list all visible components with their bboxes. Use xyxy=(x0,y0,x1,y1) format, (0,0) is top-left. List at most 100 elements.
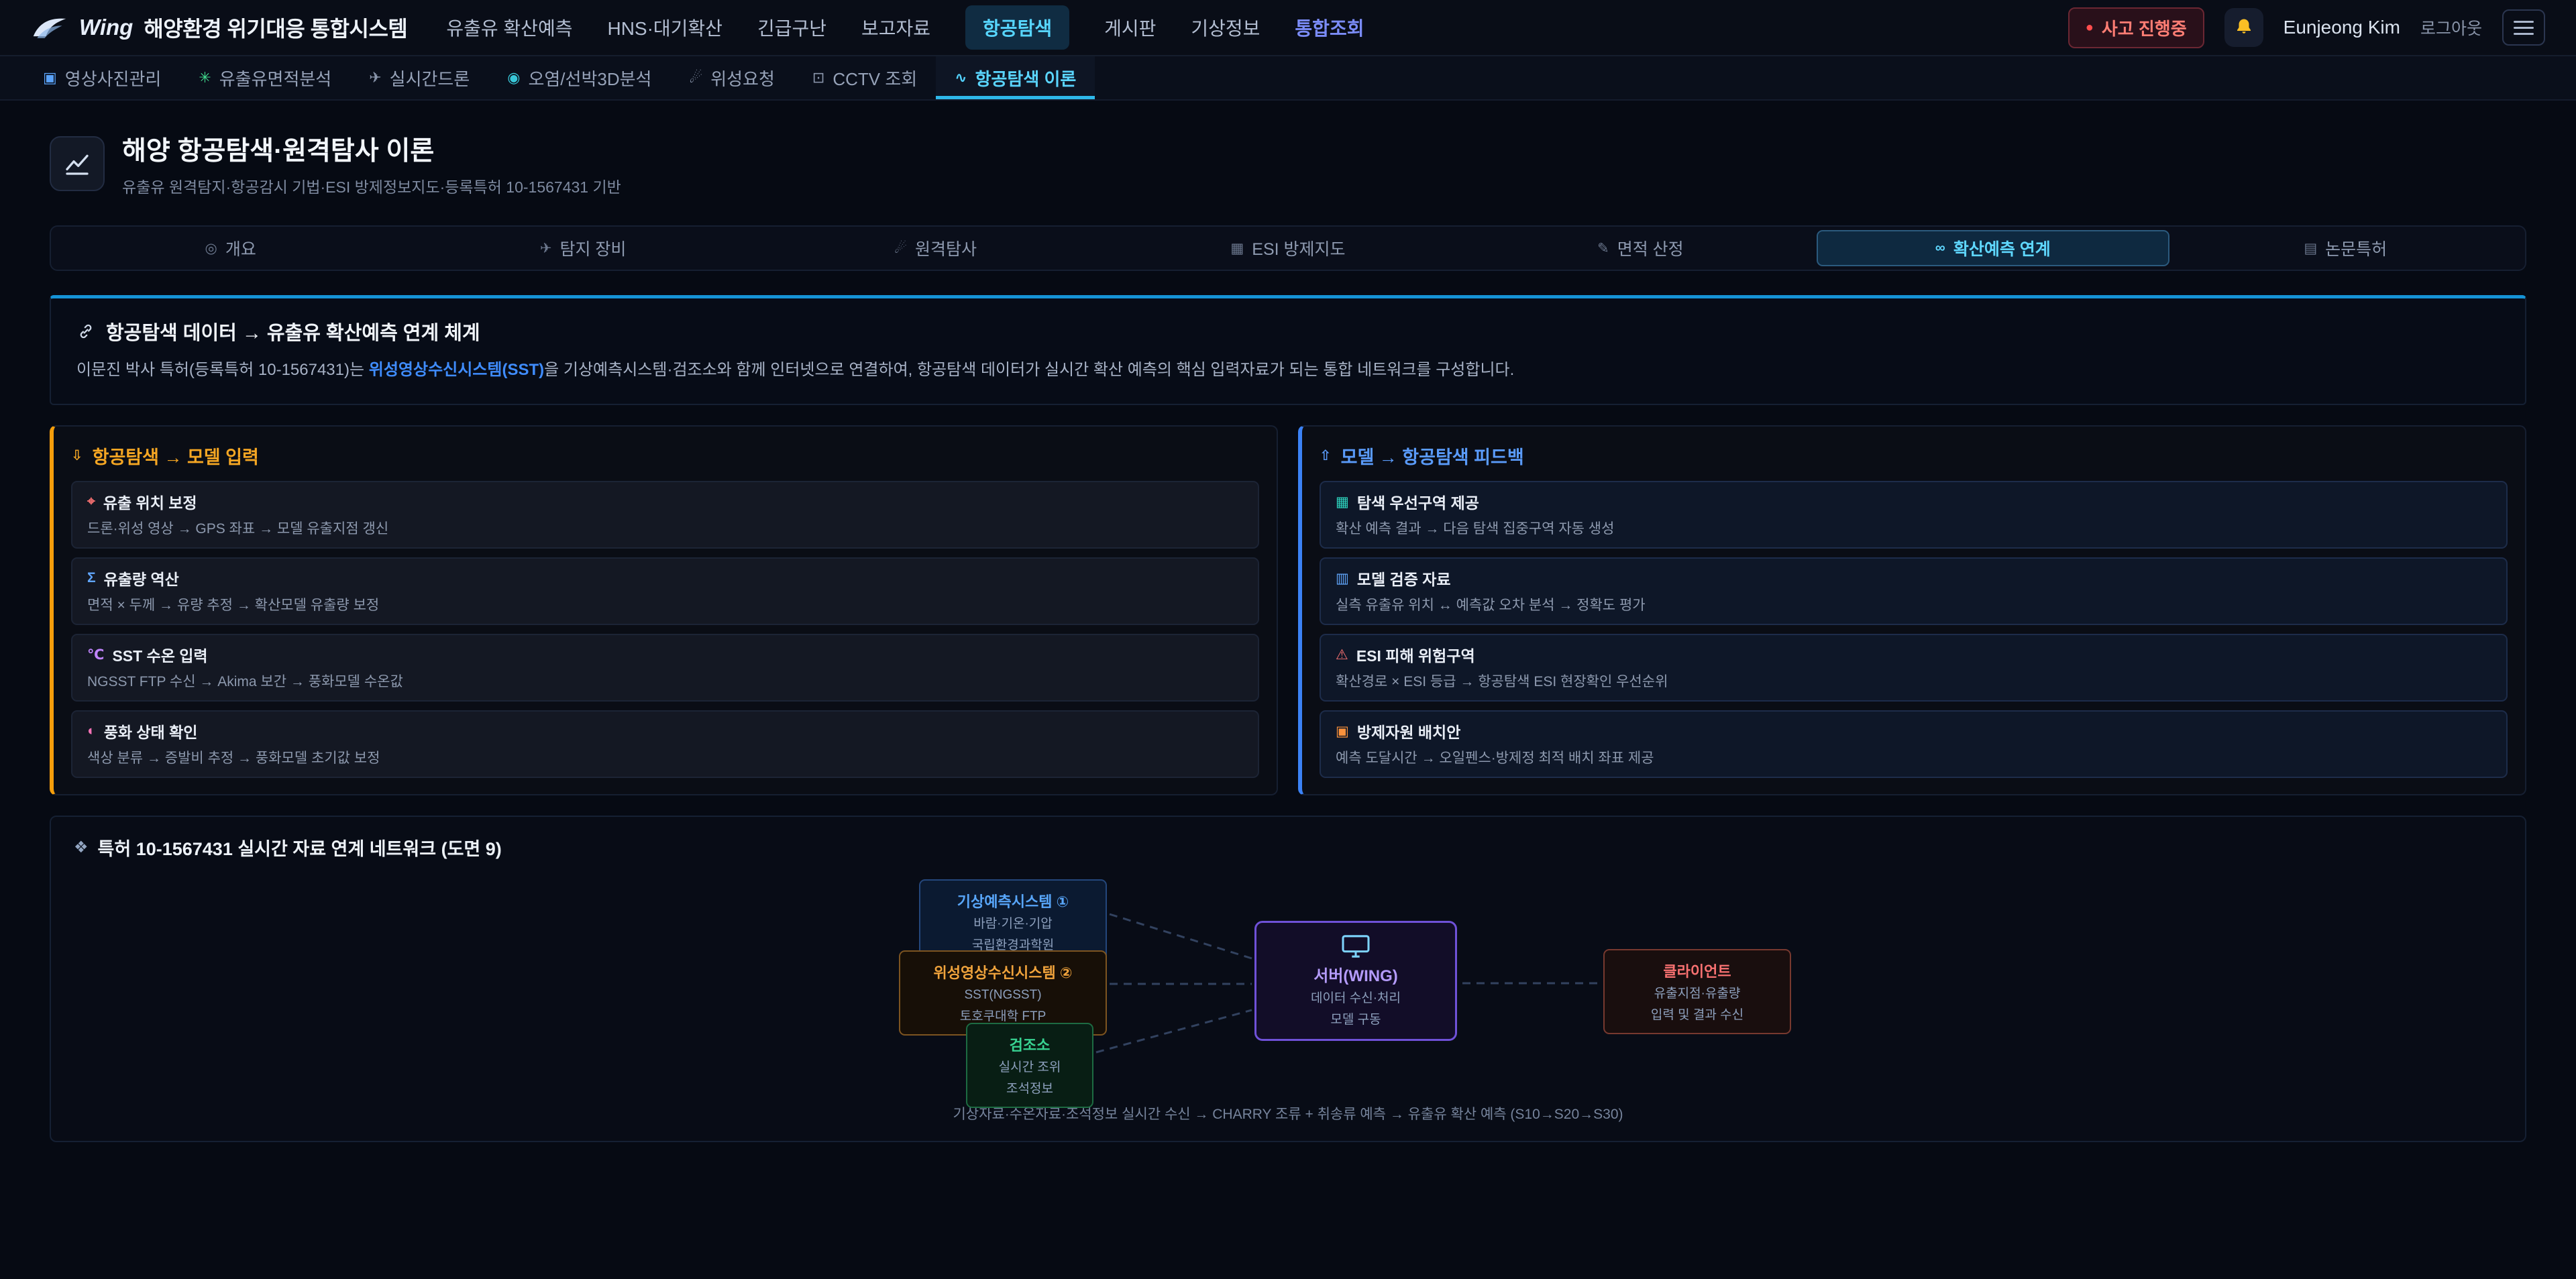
model-validation-icon: ▥ xyxy=(1336,570,1349,587)
app-title: 해양환경 위기대응 통합시스템 xyxy=(144,12,407,43)
logout-button[interactable]: 로그아웃 xyxy=(2420,15,2482,40)
incident-status-badge[interactable]: ● 사고 진행중 xyxy=(2068,7,2204,48)
subnav-label: 영상사진관리 xyxy=(65,66,162,91)
chain-link-icon xyxy=(76,322,95,341)
item-esi-risk-zone: ⚠ESI 피해 위험구역 확산경로 × ESI 등급 → 항공탐색 ESI 현장… xyxy=(1320,634,2508,702)
node-client: 클라이언트 유출지점·유출량 입력 및 결과 수신 xyxy=(1603,949,1791,1034)
chart-icon xyxy=(64,150,91,177)
server-monitor-icon xyxy=(1340,934,1371,959)
satellite-icon: ☄ xyxy=(689,69,702,87)
item-spill-volume-estimation: Σ유출량 역산 면적 × 두께 → 유량 추정 → 확산모델 유출량 보정 xyxy=(71,557,1259,625)
model-input-card: ⇩ 항공탐색 → 모델 입력 ⌖유출 위치 보정 드론·위성 영상 → GPS … xyxy=(50,425,1278,795)
linkage-description: 이문진 박사 특허(등록특허 10-1567431)는 위성영상수신시스템(SS… xyxy=(76,357,2500,382)
nav-item-reports[interactable]: 보고자료 xyxy=(861,14,930,41)
nav-item-weather-info[interactable]: 기상정보 xyxy=(1191,14,1260,41)
subnav-label: 실시간드론 xyxy=(390,66,470,91)
status-dot-icon: ● xyxy=(2086,20,2094,36)
overview-icon: ◎ xyxy=(205,240,217,257)
nav-item-emergency-rescue[interactable]: 긴급구난 xyxy=(757,14,826,41)
item-response-resource-deployment: ▣방제자원 배치안 예측 도달시간 → 오일펜스·방제정 최적 배치 좌표 제공 xyxy=(1320,710,2508,778)
subnav-item-image-management[interactable]: ▣ 영상사진관리 xyxy=(24,56,180,99)
subnav-item-oil-area-analysis[interactable]: ✳ 유출유면적분석 xyxy=(180,56,350,99)
temperature-icon: ℃ xyxy=(87,647,104,663)
user-name: Eunjeong Kim xyxy=(2284,17,2400,38)
model-input-card-title: ⇩ 항공탐색 → 모델 입력 xyxy=(71,443,1259,469)
subnav-label: 오염/선박3D분석 xyxy=(528,66,651,91)
tab-detection-equipment[interactable]: ✈ 탐지 장비 xyxy=(407,230,759,266)
item-sst-temperature-input: ℃SST 수온 입력 NGSST FTP 수신 → Akima 보간 → 풍화모… xyxy=(71,634,1259,702)
sub-nav: ▣ 영상사진관리 ✳ 유출유면적분석 ✈ 실시간드론 ◉ 오염/선박3D분석 ☄… xyxy=(0,56,2576,101)
tab-esi-map[interactable]: ▦ ESI 방제지도 xyxy=(1112,230,1464,266)
sst-system-link[interactable]: 위성영상수신시스템(SST) xyxy=(369,361,544,379)
wing-logo-icon xyxy=(31,14,68,41)
model-feedback-card-title: ⇧ 모델 → 항공탐색 피드백 xyxy=(1320,443,2508,469)
item-weathering-state-check: ◐풍화 상태 확인 색상 분류 → 증발비 추정 → 풍화모델 초기값 보정 xyxy=(71,710,1259,778)
network-diagram: 기상예측시스템 ① 바람·기온·기압 국립환경과학원 위성영상수신시스템 ② S… xyxy=(698,879,1878,1089)
menu-button[interactable] xyxy=(2502,9,2545,46)
subnav-label: 항공탐색 이론 xyxy=(975,66,1077,91)
analysis-sparkle-icon: ✳ xyxy=(199,69,211,87)
tab-remote-sensing[interactable]: ☄ 원격탐사 xyxy=(759,230,1112,266)
tab-diffusion-linkage[interactable]: ∞ 확산예측 연계 xyxy=(1817,230,2169,266)
page-title: 해양 항공탐색·원격탐사 이론 xyxy=(122,130,621,168)
network-title: 특허 10-1567431 실시간 자료 연계 네트워크 (도면 9) xyxy=(98,834,502,860)
tab-area-calculation[interactable]: ✎ 면적 산정 xyxy=(1464,230,1817,266)
patent-network-panel: ❖ 특허 10-1567431 실시간 자료 연계 네트워크 (도면 9) 기상… xyxy=(50,816,2526,1142)
pencil-icon: ✎ xyxy=(1597,240,1609,257)
response-resource-icon: ▣ xyxy=(1336,723,1349,740)
nav-item-board[interactable]: 게시판 xyxy=(1104,14,1156,41)
subnav-item-satellite-request[interactable]: ☄ 위성요청 xyxy=(670,56,793,99)
subnav-label: 위성요청 xyxy=(710,66,775,91)
cctv-icon: ⊡ xyxy=(812,69,824,87)
page-subtitle: 유출유 원격탐지·항공감시 기법·ESI 방제정보지도·등록특허 10-1567… xyxy=(122,174,621,197)
subnav-item-pollution-ship-3d[interactable]: ◉ 오염/선박3D분석 xyxy=(488,56,670,99)
location-pin-icon: ⌖ xyxy=(87,494,95,510)
network-caption: 기상자료·수온자료·조석정보 실시간 수신 → CHARRY 조류 + 취송류 … xyxy=(74,1103,2502,1123)
nav-item-aerial-search[interactable]: 항공탐색 xyxy=(965,5,1069,50)
page-icon xyxy=(50,136,105,191)
weathering-state-icon: ◐ xyxy=(87,723,96,739)
drone-icon: ✈ xyxy=(369,69,381,87)
network-title-row: ❖ 특허 10-1567431 실시간 자료 연계 네트워크 (도면 9) xyxy=(74,834,2502,860)
subnav-item-aerial-theory[interactable]: ∿ 항공탐색 이론 xyxy=(936,56,1095,99)
incident-status-label: 사고 진행중 xyxy=(2102,15,2187,40)
nav-item-spill-diffusion[interactable]: 유출유 확산예측 xyxy=(446,14,572,41)
node-wing-server: 서버(WING) 데이터 수신·처리 모델 구동 xyxy=(1254,921,1457,1041)
inbox-icon: ⇩ xyxy=(71,447,83,464)
map-icon: ▦ xyxy=(1230,240,1244,257)
linkage-overview-panel: 항공탐색 데이터 → 유출유 확산예측 연계 체계 이문진 박사 특허(등록특허… xyxy=(50,295,2526,405)
tab-papers-patents[interactable]: ▤ 논문특허 xyxy=(2169,230,2522,266)
network-graph-icon: ❖ xyxy=(74,838,89,857)
nav-item-integrated-search[interactable]: 통합조회 xyxy=(1295,14,1364,41)
linkage-heading: 항공탐색 데이터 → 유출유 확산예측 연계 체계 xyxy=(76,317,2500,345)
calculation-icon: Σ xyxy=(87,570,96,586)
image-icon: ▣ xyxy=(43,69,57,87)
theory-chart-icon: ∿ xyxy=(955,69,967,87)
subnav-label: 유출유면적분석 xyxy=(219,66,331,91)
subnav-label: CCTV 조회 xyxy=(833,66,917,91)
aircraft-icon: ✈ xyxy=(540,240,552,257)
bell-icon xyxy=(2234,17,2254,38)
esi-risk-warning-icon: ⚠ xyxy=(1336,647,1348,663)
nav-item-hns-air[interactable]: HNS·대기확산 xyxy=(607,14,722,41)
item-model-validation-data: ▥모델 검증 자료 실측 유출유 위치 ↔ 예측값 오차 분석 → 정확도 평가 xyxy=(1320,557,2508,625)
linkage-cards: ⇩ 항공탐색 → 모델 입력 ⌖유출 위치 보정 드론·위성 영상 → GPS … xyxy=(50,425,2526,795)
topbar: Wing 해양환경 위기대응 통합시스템 유출유 확산예측 HNS·대기확산 긴… xyxy=(0,0,2576,56)
item-priority-search-zone: ▦탐색 우선구역 제공 확산 예측 결과 → 다음 탐색 집중구역 자동 생성 xyxy=(1320,481,2508,549)
page-header: 해양 항공탐색·원격탐사 이론 유출유 원격탐지·항공감시 기법·ESI 방제정… xyxy=(50,130,2526,197)
link-icon: ∞ xyxy=(1935,240,1945,256)
node-tide-station: 검조소 실시간 조위 조석정보 xyxy=(966,1023,1093,1108)
subnav-item-cctv-view[interactable]: ⊡ CCTV 조회 xyxy=(794,56,936,99)
remote-sensing-icon: ☄ xyxy=(894,240,907,257)
tab-overview[interactable]: ◎ 개요 xyxy=(54,230,407,266)
model-feedback-card: ⇧ 모델 → 항공탐색 피드백 ▦탐색 우선구역 제공 확산 예측 결과 → 다… xyxy=(1298,425,2526,795)
item-spill-location-correction: ⌖유출 위치 보정 드론·위성 영상 → GPS 좌표 → 모델 유출지점 갱신 xyxy=(71,481,1259,549)
section-tabbar: ◎ 개요 ✈ 탐지 장비 ☄ 원격탐사 ▦ ESI 방제지도 ✎ 면적 산정 ∞… xyxy=(50,225,2526,271)
subnav-item-realtime-drone[interactable]: ✈ 실시간드론 xyxy=(350,56,488,99)
search-zone-map-icon: ▦ xyxy=(1336,494,1349,510)
notification-bell-button[interactable] xyxy=(2224,8,2263,47)
brand-logo-text: Wing xyxy=(79,15,133,40)
main-content: 해양 항공탐색·원격탐사 이론 유출유 원격탐지·항공감시 기법·ESI 방제정… xyxy=(0,101,2576,1142)
documents-icon: ▤ xyxy=(2304,240,2317,257)
main-nav: 유출유 확산예측 HNS·대기확산 긴급구난 보고자료 항공탐색 게시판 기상정… xyxy=(446,5,1364,50)
